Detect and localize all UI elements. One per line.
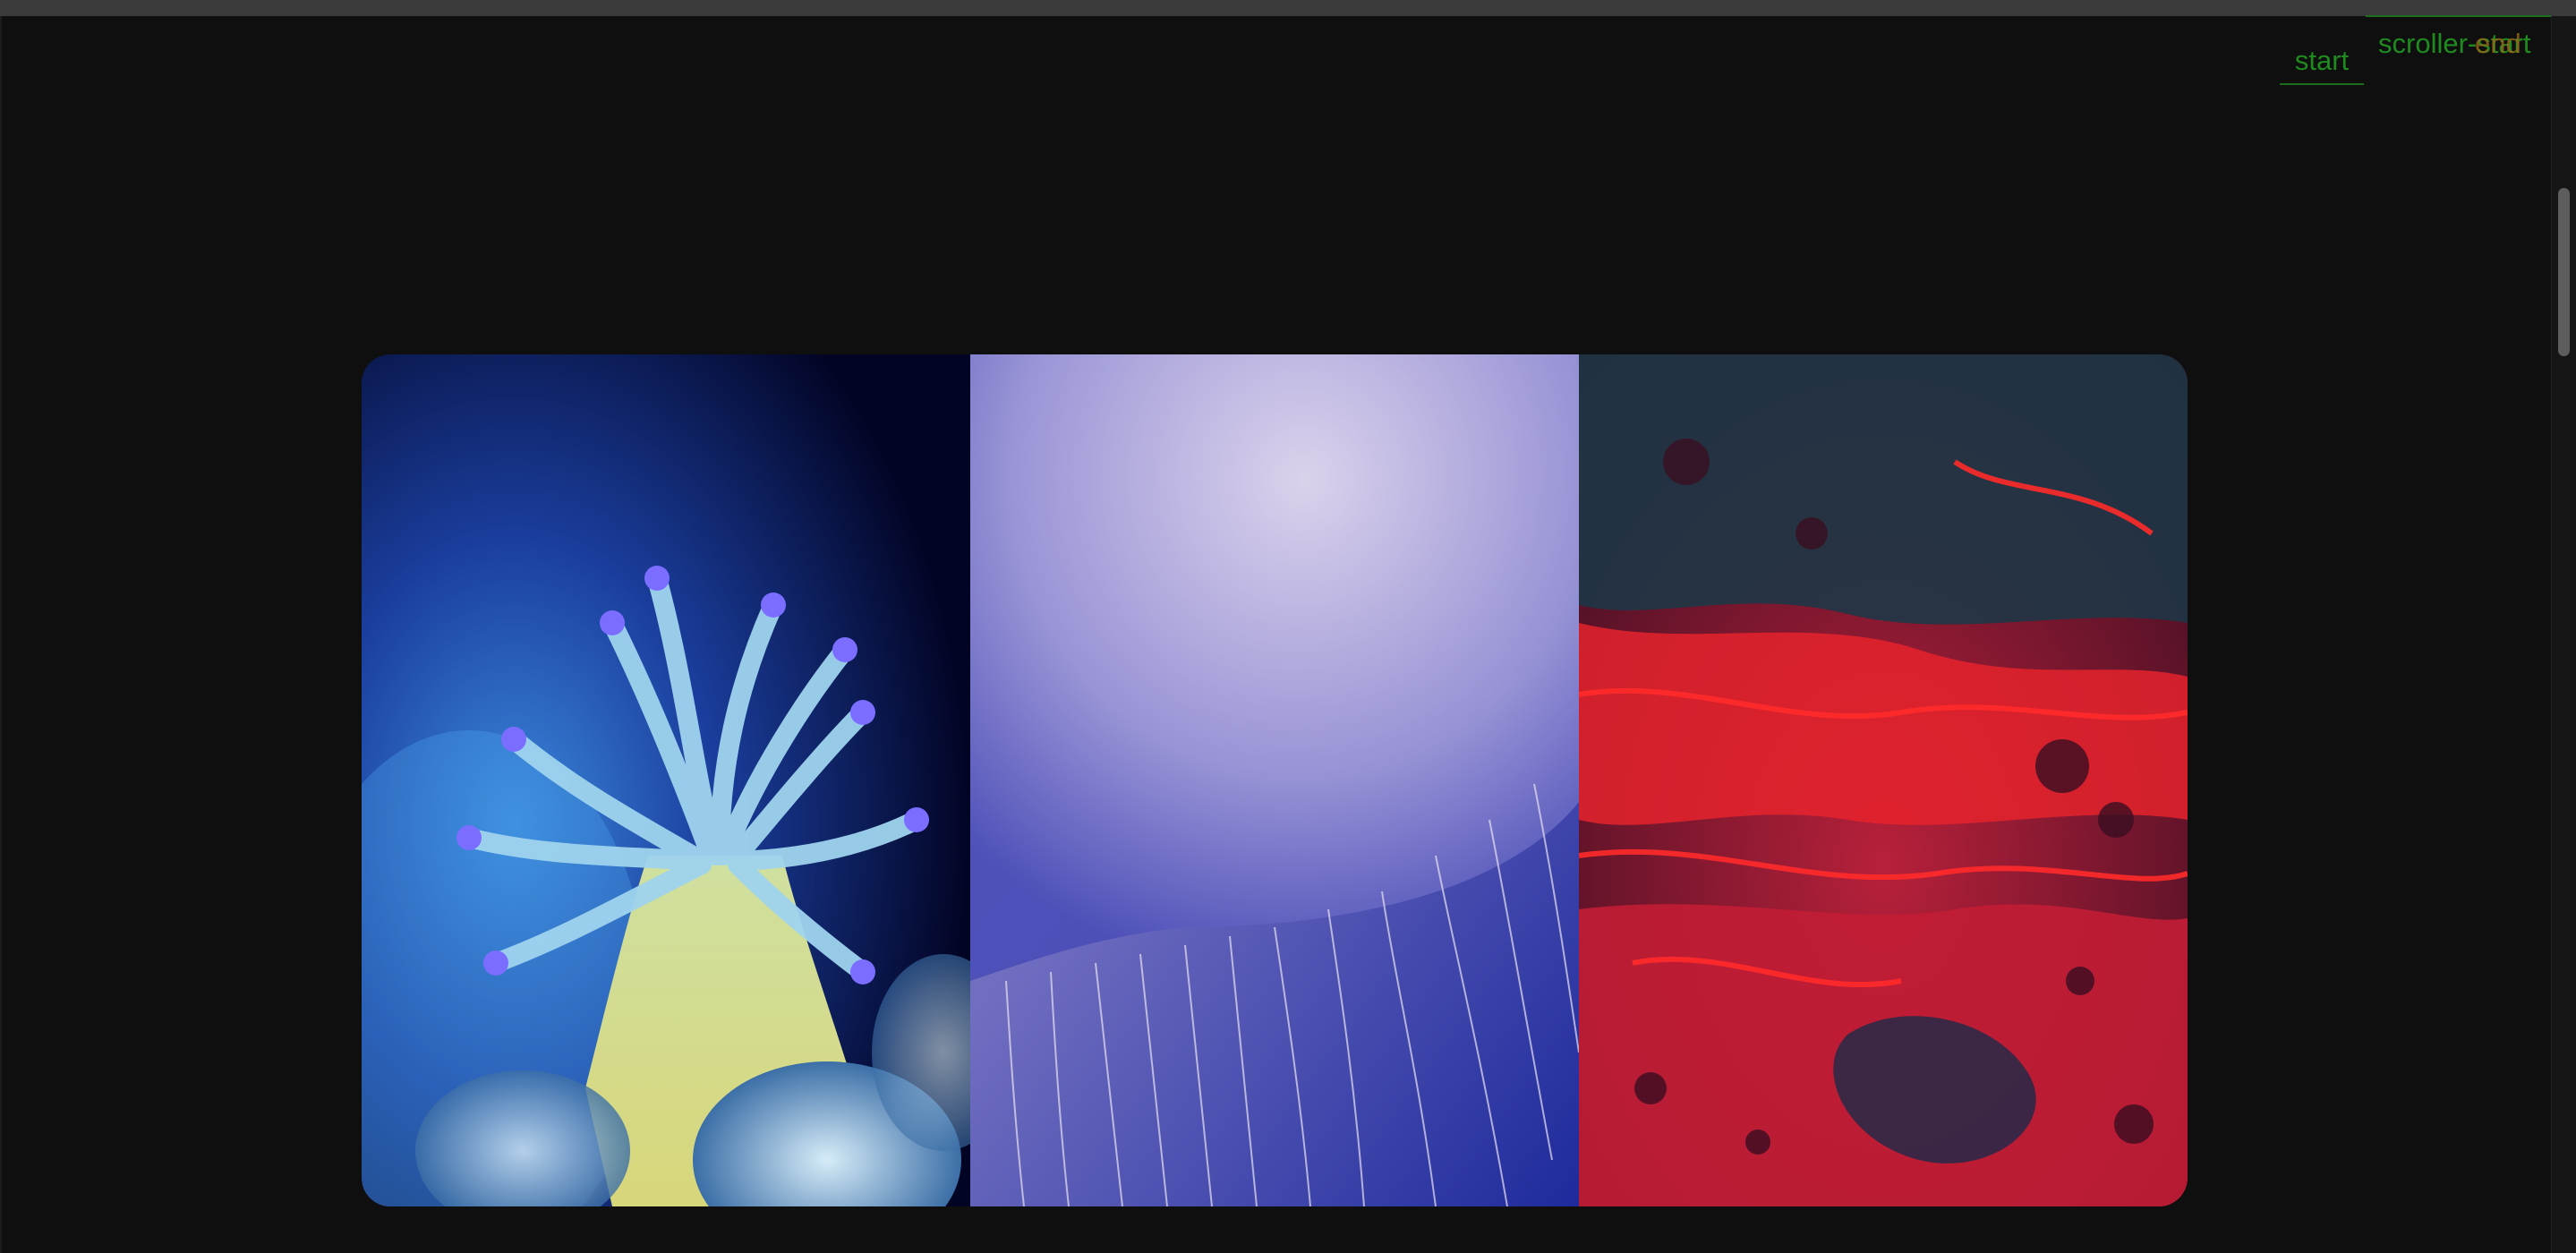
image-gallery <box>362 354 2188 1206</box>
red-fluid-image <box>1579 354 2188 1206</box>
scrollbar-thumb[interactable] <box>2558 188 2570 356</box>
vertical-scrollbar[interactable] <box>2551 16 2576 1253</box>
overlapping-end-label: end <box>2475 28 2521 59</box>
jellyfish-image <box>970 354 1579 1206</box>
start-marker: start <box>2280 47 2364 85</box>
anemone-image <box>362 354 970 1206</box>
anemone-illustration <box>362 354 970 1206</box>
window-top-bar <box>0 0 2576 16</box>
red-fluid-illustration <box>1579 354 2188 1206</box>
scroller-start-marker: scroller-start end <box>2366 15 2551 59</box>
start-marker-label: start <box>2294 45 2350 76</box>
jellyfish-illustration <box>970 354 1579 1206</box>
